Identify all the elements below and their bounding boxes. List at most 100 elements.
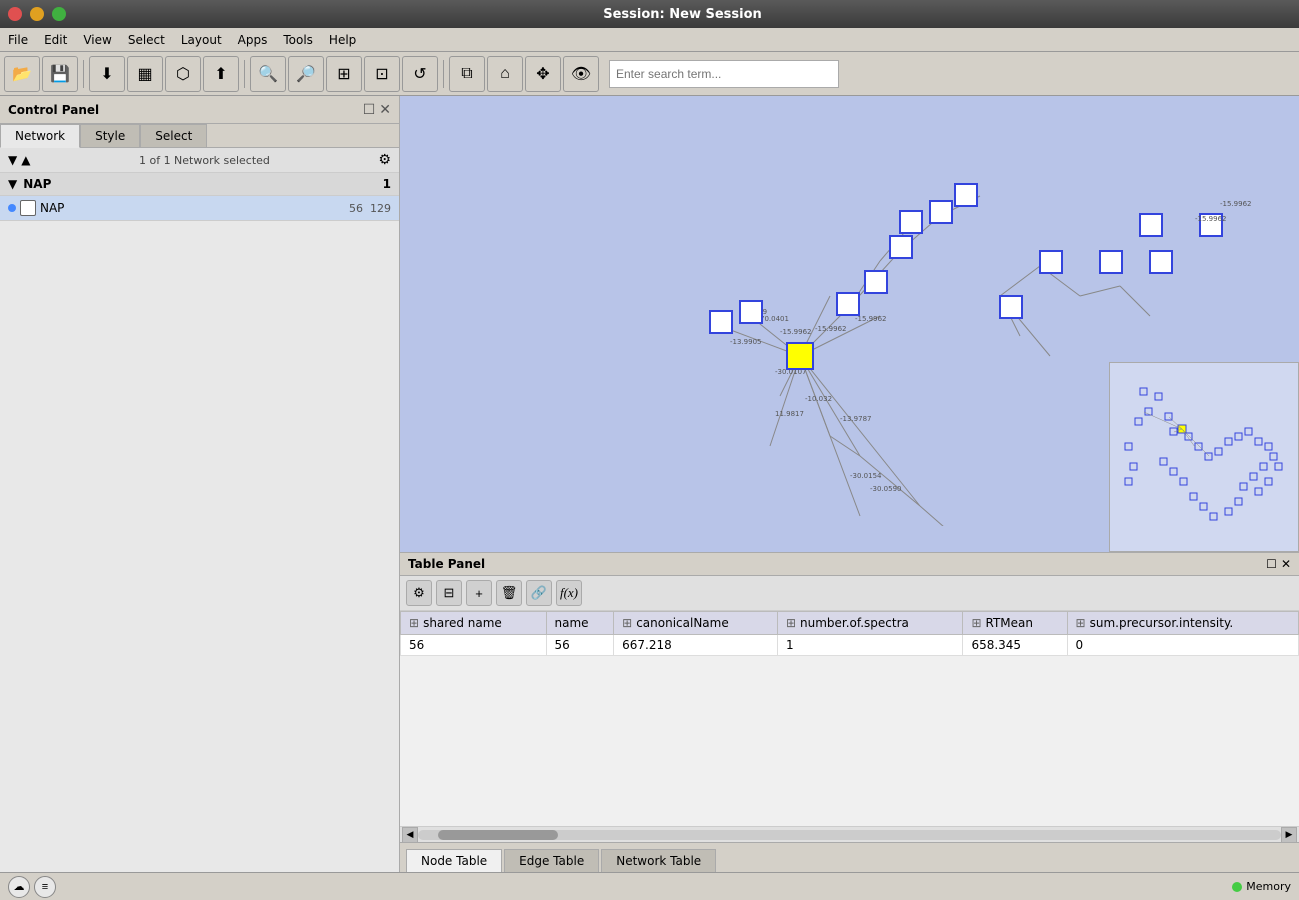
col-sum-precursor[interactable]: ⊞sum.precursor.intensity. [1067,612,1298,635]
zoom-in-button[interactable]: 🔍 [250,56,286,92]
node-9[interactable] [1040,251,1062,273]
col-canonical-name[interactable]: ⊞canonicalName [614,612,778,635]
col-spectra[interactable]: ⊞number.of.spectra [777,612,963,635]
actual-size-button[interactable]: ⊡ [364,56,400,92]
tp-delete-button[interactable]: 🗑 [496,580,522,606]
tp-restore-button[interactable]: ☐ [1266,557,1277,571]
statusbar: ☁ ≡ Memory [0,872,1299,900]
col-name[interactable]: name [546,612,614,635]
minimap [1109,362,1299,552]
svg-text:-13.9905: -13.9905 [730,338,761,346]
tp-add-button[interactable]: + [466,580,492,606]
network-item-counts: 56 129 [349,202,391,215]
col-shared-name[interactable]: ⊞shared name [401,612,547,635]
table-panel-title: Table Panel [408,557,485,571]
table-scrollbar[interactable]: ◀ ▶ [400,826,1299,842]
menu-apps[interactable]: Apps [230,31,276,49]
menu-layout[interactable]: Layout [173,31,230,49]
network-group-nap[interactable]: ▼ NAP 1 [0,173,399,196]
network-view[interactable]: -15.9962 -15.9962 -15.9962 70.0401 -78.8… [400,96,1299,552]
tp-link-button[interactable]: 🔗 [526,580,552,606]
open-button[interactable]: 📂 [4,56,40,92]
table-panel: Table Panel ☐ ✕ ⚙ ⊟ + 🗑 🔗 f(x) [400,552,1299,872]
search-input[interactable] [609,60,839,88]
node-1[interactable] [837,293,859,315]
menubar: File Edit View Select Layout Apps Tools … [0,28,1299,52]
cp-settings-icon[interactable]: ⚙ [378,152,391,168]
expand-icon: ▼ [8,177,17,191]
menu-file[interactable]: File [0,31,36,49]
menu-view[interactable]: View [75,31,119,49]
menu-select[interactable]: Select [120,31,173,49]
statusbar-list-button[interactable]: ≡ [34,876,56,898]
node-14[interactable] [1000,296,1022,318]
node-7[interactable] [1140,214,1162,236]
col-rtmean[interactable]: ⊞RTMean [963,612,1067,635]
col-icon-shared-name: ⊞ [409,616,419,630]
refresh-button[interactable]: ↺ [402,56,438,92]
menu-edit[interactable]: Edit [36,31,75,49]
cp-close-button[interactable]: ✕ [379,102,391,118]
node-6[interactable] [955,184,977,206]
control-panel: Control Panel ☐ ✕ Network Style Select ▼… [0,96,400,872]
selected-node[interactable] [787,343,813,369]
copy-button[interactable]: ⧉ [449,56,485,92]
network-icon-item [20,200,36,216]
statusbar-cloud-button[interactable]: ☁ [8,876,30,898]
node-12[interactable] [710,311,732,333]
network-button[interactable]: ⬡ [165,56,201,92]
tab-select[interactable]: Select [140,124,207,147]
cp-restore-button[interactable]: ☐ [363,102,376,118]
tab-network-table[interactable]: Network Table [601,849,716,872]
right-panel: -15.9962 -15.9962 -15.9962 70.0401 -78.8… [400,96,1299,872]
svg-text:-30.0154: -30.0154 [850,472,882,480]
tp-columns-button[interactable]: ⊟ [436,580,462,606]
import-button[interactable]: ⬇ [89,56,125,92]
node-4[interactable] [900,211,922,233]
svg-text:-13.9787: -13.9787 [840,415,871,423]
bottom-tabs: Node Table Edge Table Network Table [400,842,1299,872]
node-2[interactable] [865,271,887,293]
maximize-button[interactable] [52,7,66,21]
minimize-button[interactable] [30,7,44,21]
table-button[interactable]: ▦ [127,56,163,92]
node-11[interactable] [1150,251,1172,273]
memory-indicator: Memory [1232,880,1291,893]
export-button[interactable]: ⬆ [203,56,239,92]
menu-tools[interactable]: Tools [275,31,321,49]
scrollbar-track[interactable] [418,830,1281,840]
fit-button[interactable]: ⊞ [326,56,362,92]
menu-help[interactable]: Help [321,31,364,49]
table-row: 56 56 667.218 1 658.345 0 [401,635,1299,656]
view-button[interactable]: 👁 [563,56,599,92]
cp-toolbar: ▼ ▲ 1 of 1 Network selected ⚙ [0,148,399,173]
home-button[interactable]: ⌂ [487,56,523,92]
data-table: ⊞shared name name ⊞canonicalName ⊞number… [400,611,1299,656]
col-icon-rtmean: ⊞ [971,616,981,630]
svg-text:-10.032: -10.032 [805,395,832,403]
tab-edge-table[interactable]: Edge Table [504,849,599,872]
tp-close-button[interactable]: ✕ [1281,557,1291,571]
tab-style[interactable]: Style [80,124,140,147]
tab-node-table[interactable]: Node Table [406,849,502,872]
tp-gear-button[interactable]: ⚙ [406,580,432,606]
tp-function-button[interactable]: f(x) [556,580,582,606]
save-button[interactable]: 💾 [42,56,78,92]
node-5[interactable] [930,201,952,223]
scroll-left-button[interactable]: ◀ [402,827,418,843]
node-10[interactable] [1100,251,1122,273]
titlebar: Session: New Session [0,0,1299,28]
close-button[interactable] [8,7,22,21]
node-13[interactable] [740,301,762,323]
control-panel-tabs: Network Style Select [0,124,399,148]
svg-text:70.0401: 70.0401 [760,315,789,323]
tab-network[interactable]: Network [0,124,80,148]
node-3[interactable] [890,236,912,258]
svg-text:-30.0590: -30.0590 [870,485,901,493]
edge-label-val2: -15.9962 [1195,215,1226,223]
filter-button[interactable]: ✥ [525,56,561,92]
zoom-out-button[interactable]: 🔎 [288,56,324,92]
scrollbar-thumb[interactable] [438,830,558,840]
scroll-right-button[interactable]: ▶ [1281,827,1297,843]
network-item-nap[interactable]: NAP 56 129 [0,196,399,221]
